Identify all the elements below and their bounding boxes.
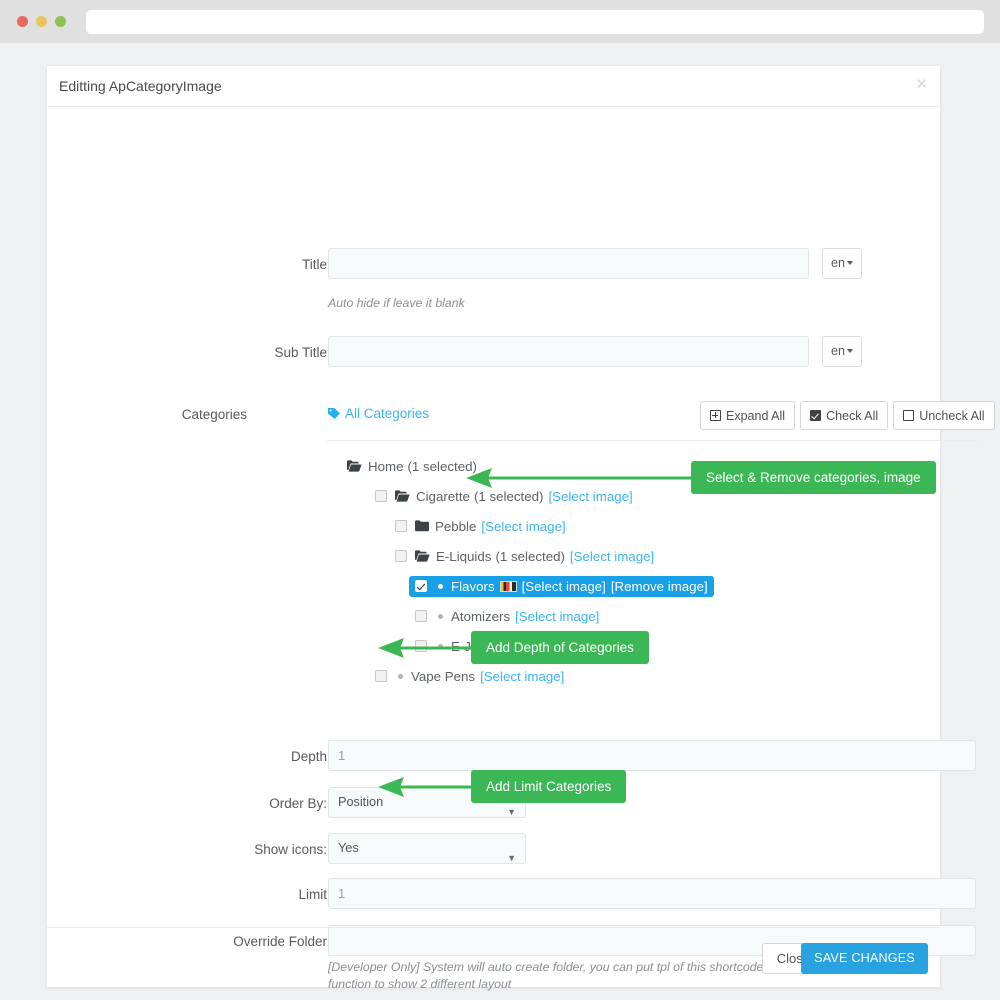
tree-row-e-liquids[interactable]: E-Liquids (1 selected) [Select image] — [327, 541, 977, 571]
category-thumbnail-image — [499, 580, 517, 592]
callout-limit: Add Limit Categories — [471, 770, 627, 803]
folder-open-icon — [347, 460, 362, 472]
subtitle-language-dropdown[interactable]: en — [822, 336, 862, 367]
callout-depth: Add Depth of Categories — [471, 631, 649, 664]
categories-label: Categories — [181, 407, 247, 422]
modal-header: Editting ApCategoryImage ✕ — [47, 66, 940, 107]
title-language-dropdown[interactable]: en — [822, 248, 862, 279]
close-icon[interactable]: ✕ — [915, 77, 928, 92]
expand-all-button[interactable]: Expand All — [700, 401, 796, 430]
folder-open-icon — [395, 490, 410, 502]
callout-limit-text: Add Limit Categories — [486, 779, 612, 794]
bullet-icon — [438, 613, 443, 619]
show-icons-value: Yes — [338, 841, 359, 855]
tree-checkbox-e-liquids[interactable] — [395, 550, 407, 562]
select-image-link-e-liquids[interactable]: [Select image] — [570, 549, 654, 564]
tree-row-vape-pens-label: Vape Pens — [411, 668, 476, 684]
tree-checkbox-cigarette[interactable] — [375, 490, 387, 502]
tree-row-flavors-label: Flavors — [451, 578, 495, 594]
tree-row-vape-pens[interactable]: Vape Pens [Select image] — [327, 661, 977, 691]
tree-checkbox-pebble[interactable] — [395, 520, 407, 532]
tree-row-e-liquids-count: (1 selected) — [495, 548, 565, 564]
limit-label: Limit — [298, 887, 327, 902]
subtitle-label: Sub Title — [274, 345, 327, 360]
check-all-label: Check All — [826, 408, 879, 423]
callout-arrow-limit — [378, 777, 483, 797]
check-all-button[interactable]: Check All — [800, 401, 889, 430]
tree-row-atomizers[interactable]: Atomizers [Select image] — [327, 601, 977, 631]
minimize-window-dot[interactable] — [36, 16, 47, 27]
save-changes-button[interactable]: SAVE CHANGES — [801, 943, 928, 974]
tree-row-cigarette-label: Cigarette — [416, 488, 470, 504]
callout-categories: Select & Remove categories, image — [691, 461, 936, 494]
depth-input[interactable]: 1 — [328, 740, 976, 771]
uncheck-all-button[interactable]: Uncheck All — [893, 401, 995, 430]
modal-body: Title en Auto hide if leave it blank Sub… — [47, 107, 995, 991]
bullet-icon — [438, 583, 443, 589]
all-categories-link[interactable]: All Categories — [327, 406, 429, 423]
empty-square-icon — [903, 410, 915, 421]
tag-icon — [327, 407, 341, 423]
show-icons-label: Show icons: — [254, 842, 327, 857]
browser-chrome — [0, 0, 1000, 43]
title-label: Title — [301, 257, 327, 272]
title-language-value: en — [831, 256, 845, 270]
callout-arrow-categories — [466, 468, 691, 488]
show-icons-select[interactable]: Yes ▼ — [328, 833, 526, 864]
uncheck-all-label: Uncheck All — [919, 408, 985, 423]
callout-arrow-depth — [378, 638, 483, 658]
title-helper-text: Auto hide if leave it blank — [328, 296, 465, 310]
page-title: Editting ApCategoryImage — [59, 78, 222, 94]
callout-categories-text: Select & Remove categories, image — [706, 470, 921, 485]
close-window-dot[interactable] — [17, 16, 28, 27]
window-controls — [17, 16, 66, 27]
maximize-window-dot[interactable] — [55, 16, 66, 27]
tree-row-flavors[interactable]: Flavors [Select image] [Remove image] — [409, 575, 714, 597]
tree-checkbox-atomizers[interactable] — [415, 610, 427, 622]
expand-all-label: Expand All — [726, 408, 786, 423]
chevron-down-icon — [846, 349, 853, 354]
order-by-label: Order By: — [269, 796, 327, 811]
chevron-down-icon — [846, 261, 853, 266]
modal-footer: Close SAVE CHANGES — [47, 927, 940, 987]
select-image-link-atomizers[interactable]: [Select image] — [515, 609, 599, 624]
callout-depth-text: Add Depth of Categories — [486, 640, 634, 655]
depth-label: Depth — [290, 749, 327, 764]
url-input[interactable] — [86, 10, 984, 34]
tree-checkbox-flavors[interactable] — [415, 580, 427, 592]
select-image-link-flavors[interactable]: [Select image] — [522, 579, 606, 594]
all-categories-label: All Categories — [345, 406, 430, 421]
remove-image-link-flavors[interactable]: [Remove image] — [611, 579, 708, 594]
title-input[interactable] — [328, 248, 809, 279]
select-image-link-pebble[interactable]: [Select image] — [481, 519, 565, 534]
chevron-down-icon: ▼ — [507, 853, 516, 863]
subtitle-input[interactable] — [328, 336, 809, 367]
edit-shortcode-modal: Editting ApCategoryImage ✕ Title en Auto… — [47, 66, 995, 991]
tree-row-pebble-label: Pebble — [435, 518, 477, 534]
plus-square-icon — [710, 410, 721, 421]
order-by-value: Position — [338, 795, 384, 809]
categories-divider — [327, 440, 977, 441]
tree-row-cigarette-count: (1 selected) — [473, 488, 544, 504]
folder-closed-icon — [415, 520, 429, 532]
tree-row-pebble[interactable]: Pebble [Select image] — [327, 511, 977, 541]
bullet-icon — [398, 673, 403, 679]
tree-row-atomizers-label: Atomizers — [451, 608, 511, 624]
checked-square-icon — [810, 410, 822, 421]
tree-row-e-liquids-label: E-Liquids — [436, 548, 492, 564]
select-image-link-cigarette[interactable]: [Select image] — [548, 489, 632, 504]
tree-checkbox-vape-pens[interactable] — [375, 670, 387, 682]
limit-input[interactable]: 1 — [328, 878, 976, 909]
category-tools: Expand All Check All Uncheck All — [700, 401, 995, 430]
subtitle-language-value: en — [831, 344, 845, 358]
select-image-link-vape-pens[interactable]: [Select image] — [480, 669, 564, 684]
tree-row-home-label: Home — [368, 458, 404, 474]
folder-open-icon — [415, 550, 430, 562]
